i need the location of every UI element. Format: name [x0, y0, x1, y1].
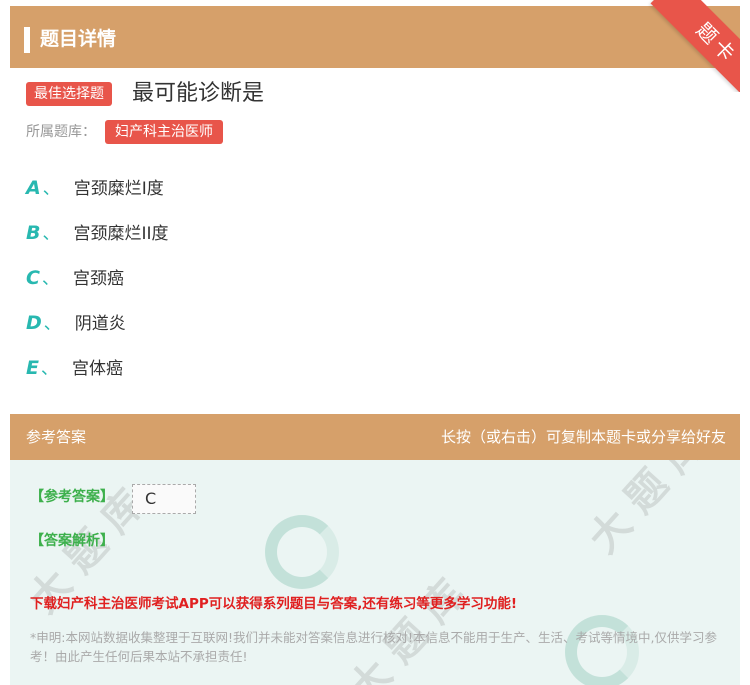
option-letter: D [26, 312, 42, 334]
watermark-logo-icon: 大 题 库 [340, 571, 474, 685]
header-accent-bar [24, 27, 30, 53]
option-letter: E [26, 357, 39, 379]
option-text: 宫颈糜烂II度 [73, 224, 169, 244]
option-text: 宫颈癌 [72, 269, 124, 289]
answer-section-body: 大 题 库 大 题 库 大 题 库 【参考答案】 C 【答案解析】 下载妇产科主… [10, 460, 740, 685]
option-letter: A [26, 177, 41, 199]
option-a[interactable]: A、宫颈糜烂I度 [26, 173, 164, 203]
option-separator: 、 [41, 269, 59, 289]
option-text: 宫颈糜烂I度 [73, 179, 164, 199]
option-c[interactable]: C、宫颈癌 [26, 263, 124, 293]
option-letter: C [26, 267, 40, 289]
disclaimer-text: *申明:本网站数据收集整理于互联网!我们并未能对答案信息进行核对!本信息不能用于… [30, 630, 717, 664]
card-title: 题目详情 [40, 28, 117, 50]
watermark-logo-icon [265, 515, 339, 589]
reference-answer-label: 【参考答案】 [30, 489, 114, 505]
question-stem: 最可能诊断是 [132, 81, 265, 106]
answer-analysis-label: 【答案解析】 [30, 533, 114, 549]
watermark-logo-icon: 大 题 库 [580, 460, 714, 563]
option-separator: 、 [42, 224, 60, 244]
option-b[interactable]: B、宫颈糜烂II度 [26, 218, 169, 248]
question-type-badge: 最佳选择题 [26, 82, 112, 106]
question-bank-label: 所属题库： [26, 124, 96, 140]
ribbon-label: 题卡 [650, 0, 740, 92]
option-letter: B [26, 222, 41, 244]
option-separator: 、 [43, 314, 61, 334]
share-hint: 长按（或右击）可复制本题卡或分享给好友 [440, 428, 726, 446]
option-separator: 、 [40, 359, 58, 379]
option-text: 阴道炎 [74, 314, 126, 334]
question-bank-tag[interactable]: 妇产科主治医师 [105, 120, 223, 144]
option-d[interactable]: D、阴道炎 [26, 308, 126, 338]
question-card: 题目详情 题卡 最佳选择题 最可能诊断是 所属题库： 妇产科主治医师 A、宫颈糜… [10, 0, 740, 685]
app-download-promo[interactable]: 下载妇产科主治医师考试APP可以获得系列题目与答案,还有练习等更多学习功能! [30, 592, 517, 612]
option-text: 宫体癌 [71, 359, 123, 379]
reference-answer-value: C [132, 484, 196, 514]
answer-section-title: 参考答案 [26, 428, 87, 446]
answer-section-header: 参考答案 长按（或右击）可复制本题卡或分享给好友 [10, 414, 740, 460]
question-card-ribbon[interactable]: 题卡 [630, 0, 740, 92]
option-separator: 、 [42, 179, 60, 199]
option-e[interactable]: E、宫体癌 [26, 353, 123, 383]
